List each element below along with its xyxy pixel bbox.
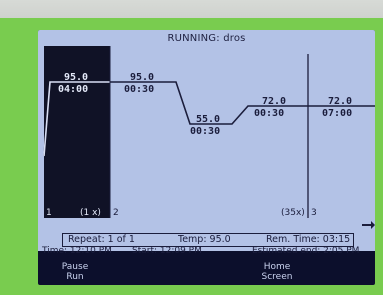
- lcd-panel: 95.0 04:00 95.0 00:30 55.0 00:30 72.0 00…: [38, 30, 375, 256]
- step-marker-3: 3: [311, 208, 317, 218]
- step4-time: 00:30: [254, 108, 284, 119]
- pause-run-button[interactable]: Pause Run: [40, 262, 110, 282]
- estimated-end: Estimated end: 2:05 PM: [252, 246, 360, 256]
- repeat-marker-2: (35x): [281, 208, 305, 218]
- step2-temp: 95.0: [130, 72, 154, 83]
- temperature-profile: 95.0 04:00 95.0 00:30 55.0 00:30 72.0 00…: [43, 46, 375, 229]
- home-screen-button[interactable]: Home Screen: [242, 262, 312, 282]
- step1-temp: 95.0: [64, 72, 88, 83]
- scroll-right-icon[interactable]: [362, 221, 375, 229]
- repeat-marker-1: (1 x): [80, 208, 101, 218]
- start-time: Start: 12:09 PM: [132, 246, 202, 256]
- pause-run-label-1: Pause: [61, 262, 89, 272]
- step3-temp: 55.0: [196, 114, 220, 125]
- remaining-time: Rem. Time: 03:15: [266, 234, 351, 245]
- step5-temp: 72.0: [328, 96, 352, 107]
- home-screen-label-2: Screen: [261, 272, 293, 282]
- home-screen-label-1: Home: [263, 262, 291, 272]
- photo-frame: 95.0 04:00 95.0 00:30 55.0 00:30 72.0 00…: [0, 0, 383, 295]
- thermocycler-screen: 95.0 04:00 95.0 00:30 55.0 00:30 72.0 00…: [38, 30, 375, 285]
- step2-time: 00:30: [124, 84, 154, 95]
- step3-time: 00:30: [190, 126, 220, 137]
- softkey-bar: Pause Run Home Screen: [38, 262, 375, 285]
- step-marker-1: 1: [46, 208, 52, 218]
- step5-time: 07:00: [322, 108, 352, 119]
- pause-run-label-2: Run: [66, 272, 84, 282]
- repeat-status: Repeat: 1 of 1: [68, 234, 135, 245]
- step4-temp: 72.0: [262, 96, 286, 107]
- step1-time: 04:00: [58, 84, 88, 95]
- run-status-title: RUNNING: dros: [167, 33, 246, 44]
- current-temp: Temp: 95.0: [178, 234, 231, 245]
- current-time: Time: 12:10 PM: [42, 246, 112, 256]
- step-marker-2: 2: [113, 208, 119, 218]
